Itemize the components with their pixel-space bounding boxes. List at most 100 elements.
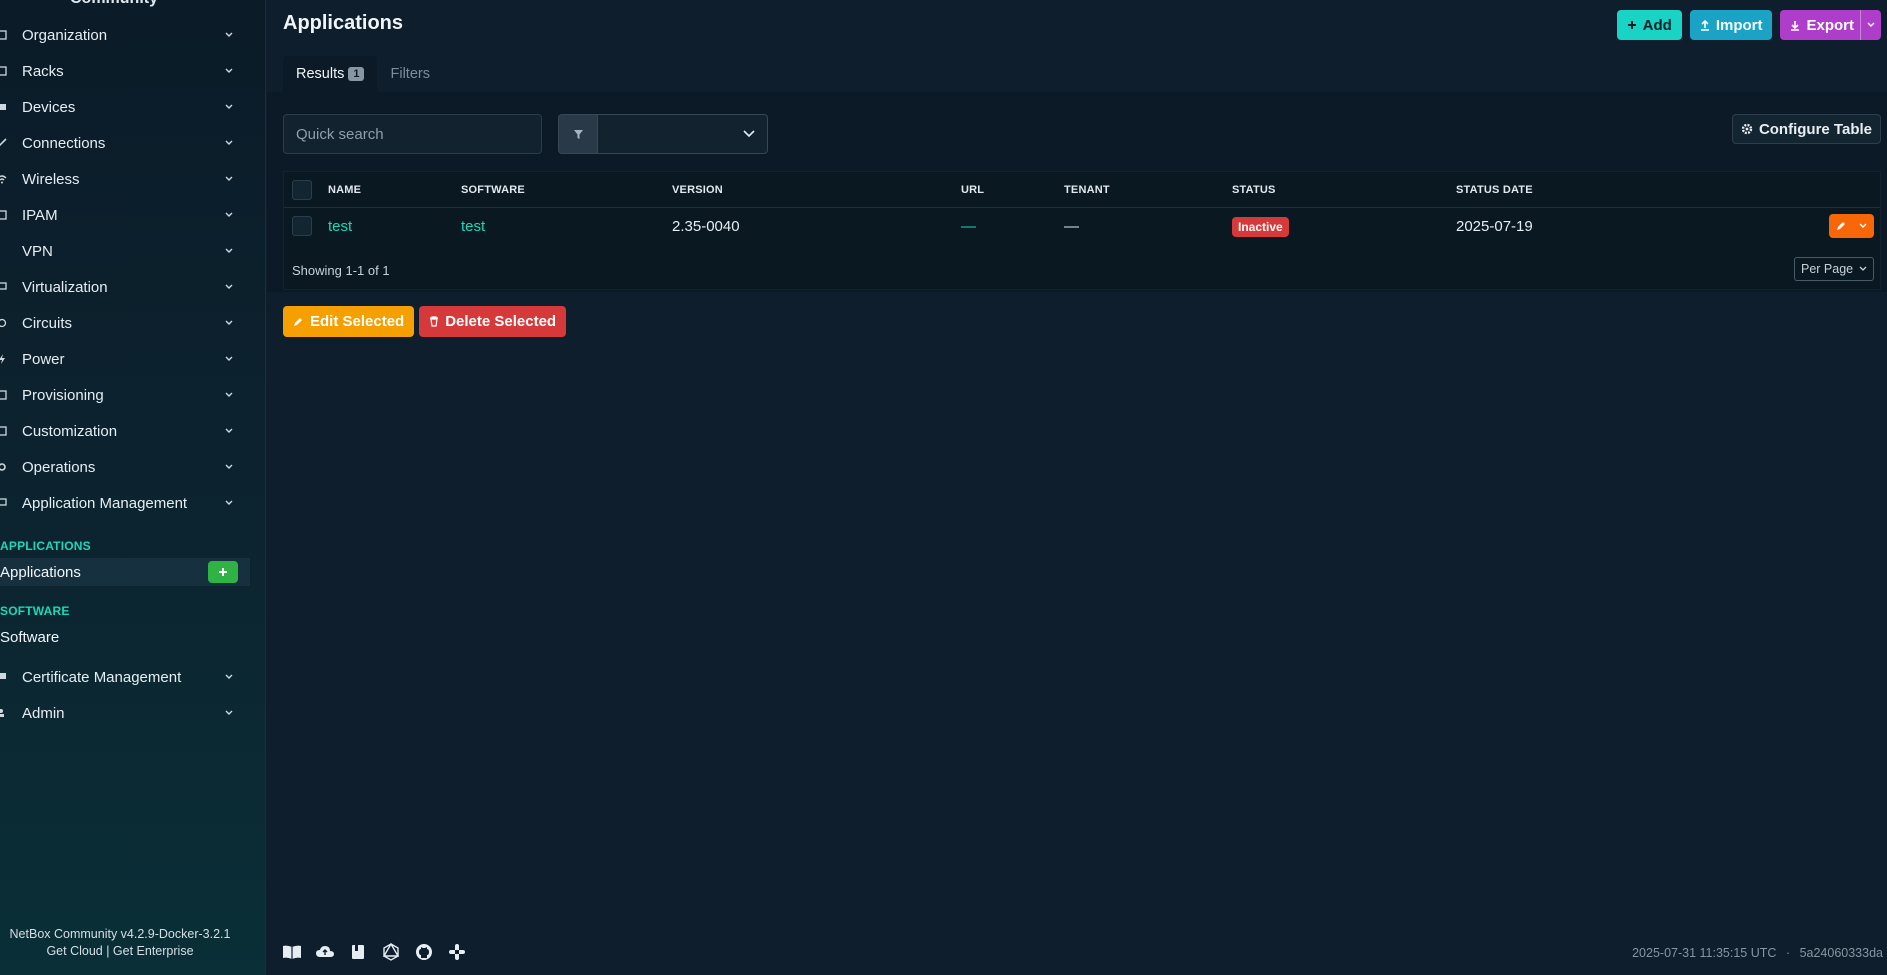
admin-icon bbox=[0, 707, 8, 719]
chevron-down-icon bbox=[220, 320, 238, 326]
sidebar-item-applications[interactable]: Applications bbox=[0, 558, 250, 586]
chevron-down-icon[interactable] bbox=[1859, 223, 1867, 229]
nav-customization[interactable]: Customization bbox=[0, 416, 250, 446]
chevron-down-icon bbox=[220, 32, 238, 38]
row-actions bbox=[1829, 214, 1874, 238]
chevron-down-icon bbox=[220, 248, 238, 254]
nav-wireless[interactable]: Wireless bbox=[0, 164, 250, 194]
nav-power[interactable]: Power bbox=[0, 344, 250, 374]
nav-admin[interactable]: Admin bbox=[0, 698, 250, 728]
gear-icon bbox=[1741, 123, 1753, 135]
column-header-url[interactable]: URL bbox=[961, 184, 984, 196]
wireless-icon bbox=[0, 173, 8, 185]
ipam-icon bbox=[0, 209, 8, 221]
nav-operations[interactable]: Operations bbox=[0, 452, 250, 482]
table-header: NAME SOFTWARE VERSION URL TENANT STATUS … bbox=[284, 172, 1880, 208]
brand-logo[interactable]: Community bbox=[70, 0, 158, 8]
footer-separator: · bbox=[1785, 946, 1791, 960]
nav-label: Wireless bbox=[22, 170, 80, 188]
api-docs-icon[interactable] bbox=[348, 943, 368, 961]
nav-provisioning[interactable]: Provisioning bbox=[0, 380, 250, 410]
chevron-down-icon bbox=[220, 710, 238, 716]
search-input[interactable]: Quick search bbox=[283, 114, 542, 154]
nav-label: Racks bbox=[22, 62, 64, 80]
commit-hash: 5a24060333da bbox=[1799, 946, 1883, 960]
vpn-icon bbox=[0, 245, 8, 257]
provisioning-icon bbox=[0, 389, 8, 401]
chevron-down-icon bbox=[220, 104, 238, 110]
tab-filters[interactable]: Filters bbox=[377, 56, 442, 92]
per-page-select[interactable]: Per Page bbox=[1794, 257, 1874, 281]
nav-ipam[interactable]: IPAM bbox=[0, 200, 250, 230]
column-header-status[interactable]: STATUS bbox=[1232, 184, 1276, 196]
graphql-icon[interactable] bbox=[381, 943, 401, 961]
api-cloud-icon[interactable] bbox=[315, 943, 335, 961]
plus-icon bbox=[219, 568, 227, 576]
column-header-software[interactable]: SOFTWARE bbox=[461, 184, 525, 196]
column-header-tenant[interactable]: TENANT bbox=[1064, 184, 1110, 196]
nav-label: Certificate Management bbox=[22, 668, 182, 686]
nav-organization[interactable]: Organization bbox=[0, 20, 250, 50]
select-all-checkbox[interactable] bbox=[292, 179, 312, 200]
sidebar: Community Organization Racks Devices Con… bbox=[0, 0, 266, 975]
slack-icon[interactable] bbox=[447, 943, 467, 961]
nav-circuits[interactable]: Circuits bbox=[0, 308, 250, 338]
github-icon[interactable] bbox=[414, 943, 434, 961]
saved-filter-select[interactable] bbox=[598, 114, 768, 154]
docs-book-icon[interactable] bbox=[282, 943, 302, 961]
export-button[interactable]: Export bbox=[1780, 10, 1881, 40]
nav-label: Circuits bbox=[22, 314, 73, 332]
app-management-icon bbox=[0, 497, 8, 509]
chevron-down-icon bbox=[743, 130, 755, 138]
cell-name[interactable]: test bbox=[328, 218, 352, 235]
connections-icon bbox=[0, 137, 8, 149]
search-placeholder: Quick search bbox=[296, 125, 384, 143]
configure-table-label: Configure Table bbox=[1758, 120, 1872, 138]
chevron-down-icon bbox=[220, 140, 238, 146]
column-header-version[interactable]: VERSION bbox=[672, 184, 723, 196]
chevron-down-icon bbox=[220, 674, 238, 680]
import-button[interactable]: Import bbox=[1689, 10, 1773, 40]
nav-application-management[interactable]: Application Management bbox=[0, 488, 250, 518]
filter-button[interactable] bbox=[558, 114, 598, 154]
nav-devices[interactable]: Devices bbox=[0, 92, 250, 122]
nav-vpn[interactable]: VPN bbox=[0, 236, 250, 266]
nav-label: Organization bbox=[22, 26, 108, 44]
sidebar-item-software[interactable]: Software bbox=[0, 623, 250, 651]
column-header-name[interactable]: NAME bbox=[328, 184, 361, 196]
cell-tenant: — bbox=[1064, 217, 1079, 235]
cell-status-date: 2025-07-19 bbox=[1456, 217, 1533, 235]
nav-certificate-management[interactable]: Certificate Management bbox=[0, 662, 250, 692]
edit-icon[interactable] bbox=[1836, 221, 1846, 231]
column-header-status-date[interactable]: STATUS DATE bbox=[1456, 184, 1533, 196]
tab-label: Filters bbox=[390, 66, 430, 82]
results-count-badge: 1 bbox=[348, 67, 365, 81]
nav-virtualization[interactable]: Virtualization bbox=[0, 272, 250, 302]
edit-selected-button[interactable]: Edit Selected bbox=[283, 306, 415, 337]
nav-label: Devices bbox=[22, 98, 76, 116]
chevron-down-icon bbox=[220, 212, 238, 218]
tab-label: Results bbox=[296, 66, 345, 82]
chevron-down-icon bbox=[220, 428, 238, 434]
results-table: NAME SOFTWARE VERSION URL TENANT STATUS … bbox=[283, 171, 1881, 290]
nav-label: Operations bbox=[22, 458, 96, 476]
nav-label: Virtualization bbox=[22, 278, 108, 296]
edition-links[interactable]: Get Cloud | Get Enterprise bbox=[0, 944, 240, 958]
add-button[interactable]: Add bbox=[1616, 10, 1682, 40]
page-title: Applications bbox=[283, 12, 404, 34]
tabs: Results 1 Filters bbox=[283, 56, 443, 92]
circuits-icon bbox=[0, 317, 8, 329]
delete-selected-button[interactable]: Delete Selected bbox=[419, 306, 567, 337]
configure-table-button[interactable]: Configure Table bbox=[1731, 114, 1881, 144]
nav-connections[interactable]: Connections bbox=[0, 128, 250, 158]
nav-label: IPAM bbox=[22, 206, 58, 224]
rack-icon bbox=[0, 65, 8, 77]
nav-racks[interactable]: Racks bbox=[0, 56, 250, 86]
export-dropdown-toggle[interactable] bbox=[1860, 10, 1875, 40]
cell-software[interactable]: test bbox=[461, 218, 485, 235]
tab-results[interactable]: Results 1 bbox=[283, 56, 378, 92]
delete-selected-label: Delete Selected bbox=[445, 313, 557, 330]
add-application-button[interactable] bbox=[208, 561, 238, 583]
cell-version: 2.35-0040 bbox=[672, 217, 740, 235]
row-select-checkbox[interactable] bbox=[292, 216, 312, 236]
